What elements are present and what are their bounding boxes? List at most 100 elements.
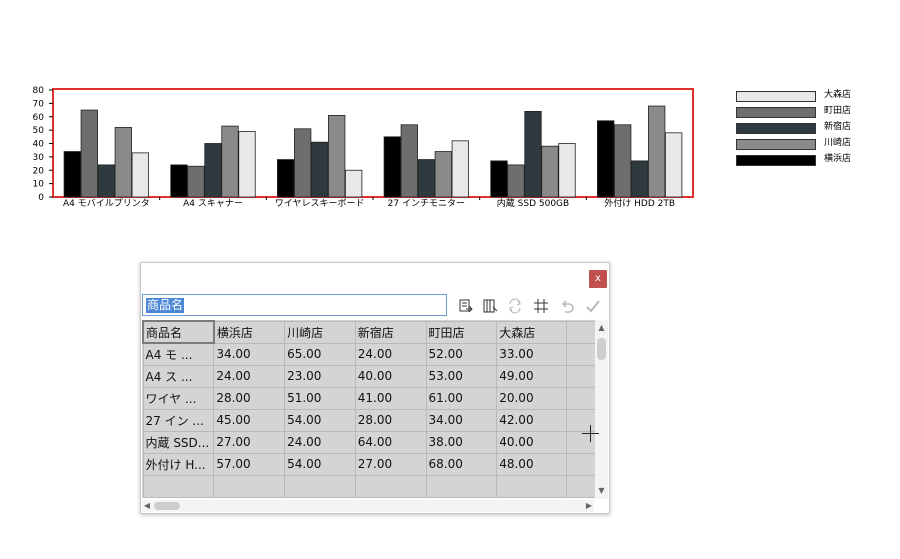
switch-row-column-icon[interactable]: [481, 298, 499, 316]
horizontal-scrollbar[interactable]: ◀ ▶: [142, 500, 594, 512]
table-cell[interactable]: 54.00: [284, 408, 356, 432]
table-cell[interactable]: [142, 474, 215, 498]
header-cell[interactable]: 商品名: [142, 320, 215, 344]
table-cell[interactable]: 27 イン ...: [142, 408, 215, 432]
header-row[interactable]: 商品名 横浜店 川崎店 新宿店 町田店 大森店: [142, 320, 596, 344]
table-cell[interactable]: 24.00: [213, 364, 286, 388]
scroll-up-icon[interactable]: ▲: [595, 322, 608, 334]
table-row[interactable]: ワイヤ ... 28.00 51.00 41.00 61.00 20.00: [142, 386, 596, 410]
table-cell[interactable]: 68.00: [425, 452, 498, 476]
table-cell[interactable]: 27.00: [213, 430, 286, 454]
table-cell[interactable]: 28.00: [213, 386, 286, 410]
scroll-down-icon[interactable]: ▼: [595, 485, 608, 497]
close-button[interactable]: x: [589, 270, 607, 288]
cell-value-input[interactable]: 商品名: [142, 294, 447, 316]
y-tick-label: 40: [33, 140, 45, 150]
y-tick-label: 70: [33, 99, 45, 109]
table-cell[interactable]: 40.00: [496, 430, 567, 454]
scroll-right-icon[interactable]: ▶: [584, 500, 594, 512]
bar-大森店: [558, 143, 576, 198]
grid-settings-icon[interactable]: [532, 298, 550, 316]
scroll-left-icon[interactable]: ◀: [142, 500, 152, 512]
import-data-icon[interactable]: [457, 298, 475, 316]
bar-川崎店: [614, 124, 632, 198]
vertical-scroll-thumb[interactable]: [597, 338, 606, 360]
table-cell[interactable]: [565, 364, 596, 388]
table-cell[interactable]: 48.00: [496, 452, 567, 476]
bar-大森店: [451, 140, 469, 198]
y-tick-label: 0: [38, 193, 44, 203]
table-cell[interactable]: 20.00: [496, 386, 567, 410]
table-cell[interactable]: [496, 474, 567, 498]
table-cell[interactable]: [565, 342, 596, 366]
bar-横浜店: [63, 151, 81, 198]
table-cell[interactable]: 24.00: [354, 342, 427, 366]
bar-町田店: [328, 115, 346, 198]
table-row[interactable]: [142, 474, 596, 498]
bar-川崎店: [294, 128, 312, 198]
horizontal-scroll-thumb[interactable]: [154, 502, 180, 510]
table-cell[interactable]: 51.00: [284, 386, 356, 410]
table-cell[interactable]: 33.00: [496, 342, 567, 366]
table-cell[interactable]: 53.00: [425, 364, 498, 388]
table-row[interactable]: 外付け H... 57.00 54.00 27.00 68.00 48.00: [142, 452, 596, 476]
table-cell[interactable]: [213, 474, 286, 498]
table-cell[interactable]: 38.00: [425, 430, 498, 454]
undo-icon[interactable]: [558, 298, 576, 316]
apply-check-icon[interactable]: [584, 298, 602, 316]
table-cell[interactable]: A4 ス ...: [142, 364, 215, 388]
bar-横浜店: [170, 164, 188, 198]
data-grid[interactable]: 商品名 横浜店 川崎店 新宿店 町田店 大森店 A4 モ ... 34.00 65.00 24.0…: [142, 320, 596, 499]
table-cell[interactable]: [425, 474, 498, 498]
table-row[interactable]: A4 ス ... 24.00 23.00 40.00 53.00 49.00: [142, 364, 596, 388]
table-cell[interactable]: 24.00: [284, 430, 356, 454]
table-cell[interactable]: [565, 386, 596, 410]
table-cell[interactable]: 外付け H...: [142, 452, 215, 476]
table-cell[interactable]: 49.00: [496, 364, 567, 388]
table-cell[interactable]: 61.00: [425, 386, 498, 410]
bar-町田店: [114, 127, 132, 198]
table-row[interactable]: 内蔵 SSD... 27.00 24.00 64.00 38.00 40.00: [142, 430, 596, 454]
table-cell[interactable]: 34.00: [213, 342, 286, 366]
table-cell[interactable]: ワイヤ ...: [142, 386, 215, 410]
table-cell[interactable]: 57.00: [213, 452, 286, 476]
table-cell[interactable]: 内蔵 SSD...: [142, 430, 215, 454]
legend-label: 大森店: [824, 90, 852, 100]
chart-frame: [52, 88, 694, 198]
bar-大森店: [665, 132, 683, 198]
x-tick-label: 27 インチモニター: [388, 198, 465, 209]
table-cell[interactable]: [565, 452, 596, 476]
y-tick-label: 10: [33, 180, 45, 190]
table-cell[interactable]: 42.00: [496, 408, 567, 432]
table-cell[interactable]: 64.00: [354, 430, 427, 454]
table-cell[interactable]: 28.00: [354, 408, 427, 432]
y-tick-label: 60: [33, 113, 45, 123]
y-tick-label: 30: [33, 153, 45, 163]
bar-横浜店: [490, 160, 508, 198]
table-cell[interactable]: 34.00: [425, 408, 498, 432]
table-cell[interactable]: [354, 474, 427, 498]
header-cell[interactable]: 町田店: [425, 320, 498, 344]
table-cell[interactable]: 54.00: [284, 452, 356, 476]
header-cell[interactable]: 川崎店: [284, 320, 356, 344]
table-cell[interactable]: 27.00: [354, 452, 427, 476]
table-cell[interactable]: [284, 474, 356, 498]
swap-icon[interactable]: [506, 298, 524, 316]
table-cell[interactable]: 23.00: [284, 364, 356, 388]
table-cell[interactable]: 40.00: [354, 364, 427, 388]
table-cell[interactable]: 45.00: [213, 408, 286, 432]
header-cell[interactable]: 大森店: [496, 320, 567, 344]
table-cell[interactable]: 41.00: [354, 386, 427, 410]
vertical-scrollbar[interactable]: ▲ ▼: [595, 320, 608, 499]
table-cell[interactable]: 52.00: [425, 342, 498, 366]
table-cell[interactable]: A4 モ ...: [142, 342, 215, 366]
bar-川崎店: [80, 109, 98, 198]
table-cell[interactable]: 65.00: [284, 342, 356, 366]
table-cell[interactable]: [565, 474, 596, 498]
header-cell[interactable]: 新宿店: [354, 320, 427, 344]
table-row[interactable]: A4 モ ... 34.00 65.00 24.00 52.00 33.00: [142, 342, 596, 366]
legend-swatch: [736, 107, 816, 118]
header-cell[interactable]: [565, 320, 596, 344]
header-cell[interactable]: 横浜店: [213, 320, 286, 344]
table-row[interactable]: 27 イン ... 45.00 54.00 28.00 34.00 42.00: [142, 408, 596, 432]
